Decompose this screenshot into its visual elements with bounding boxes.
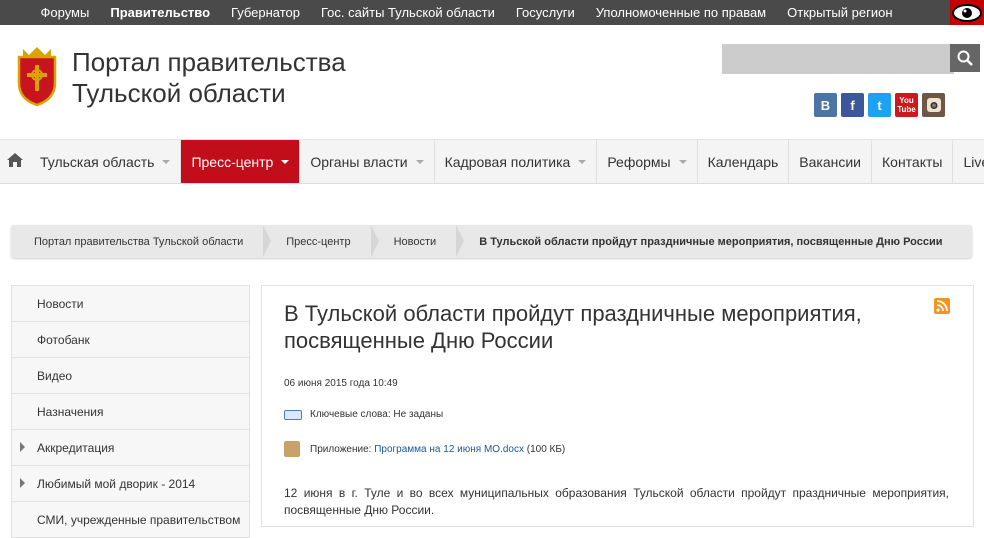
top-bar: Форумы Правительство Губернатор Гос. сай… bbox=[0, 0, 984, 25]
nav-item-calendar[interactable]: Календарь bbox=[698, 140, 790, 183]
chevron-right-icon bbox=[20, 478, 25, 488]
breadcrumb-item-current: В Тульской области пройдут праздничные м… bbox=[479, 235, 943, 248]
sidebar-item-favorite-yard[interactable]: Любимый мой дворик - 2014 bbox=[11, 466, 250, 502]
chevron-down-icon bbox=[415, 159, 424, 164]
portal-title[interactable]: Портал правительства Тульской области bbox=[72, 47, 346, 109]
sidebar-item-appointments[interactable]: Назначения bbox=[11, 394, 250, 430]
tula-emblem-logo[interactable] bbox=[13, 43, 61, 107]
top-link-gov-sites[interactable]: Гос. сайты Тульской области bbox=[321, 5, 495, 20]
sidebar-item-label: Любимый мой дворик - 2014 bbox=[37, 476, 196, 491]
eye-icon bbox=[952, 3, 982, 22]
attachment-label: Приложение: bbox=[310, 443, 372, 455]
nav-label: Календарь bbox=[707, 153, 779, 170]
breadcrumb-item-press-center[interactable]: Пресс-центр bbox=[263, 225, 379, 258]
portal-title-line2: Тульской области bbox=[72, 78, 286, 108]
nav-label: Реформы bbox=[607, 153, 671, 170]
top-link-open-region[interactable]: Открытый регион bbox=[787, 5, 892, 20]
attachment-link[interactable]: Программа на 12 июня МО.docx bbox=[374, 444, 524, 455]
sidebar-item-news[interactable]: Новости bbox=[11, 285, 250, 322]
rss-icon[interactable] bbox=[934, 298, 950, 314]
top-link-government[interactable]: Правительство bbox=[110, 5, 210, 20]
breadcrumb-item-news[interactable]: Новости bbox=[371, 225, 464, 258]
nav-item-live[interactable]: Live! bbox=[953, 140, 984, 183]
nav-item-authorities[interactable]: Органы власти bbox=[300, 140, 435, 183]
nav-item-tula-region[interactable]: Тульская область bbox=[30, 140, 182, 183]
home-icon[interactable] bbox=[6, 152, 24, 168]
nav-label: Контакты bbox=[882, 153, 943, 170]
facebook-icon[interactable]: f bbox=[841, 93, 864, 117]
chevron-down-icon bbox=[162, 159, 171, 164]
breadcrumb: Портал правительства Тульской области Пр… bbox=[11, 225, 972, 258]
nav-label: Live! bbox=[963, 153, 984, 170]
top-link-forums[interactable]: Форумы bbox=[41, 5, 90, 20]
article-body: 12 июня в г. Туле и во всех муниципальны… bbox=[284, 486, 949, 517]
sidebar-item-media[interactable]: СМИ, учрежденные правительством bbox=[11, 502, 250, 538]
search-input[interactable] bbox=[722, 44, 954, 74]
keywords-value: Не заданы bbox=[393, 409, 444, 420]
camera-glyph bbox=[926, 98, 941, 112]
vk-icon[interactable]: В bbox=[814, 93, 837, 117]
nav-item-vacancies[interactable]: Вакансии bbox=[789, 140, 872, 183]
article-panel: В Тульской области пройдут праздничные м… bbox=[261, 285, 974, 527]
sidebar-item-label: Фотобанк bbox=[37, 332, 90, 347]
top-link-gosuslugi[interactable]: Госуслуги bbox=[516, 5, 575, 20]
sidebar-item-accreditation[interactable]: Аккредитация bbox=[11, 430, 250, 466]
site-header: Портал правительства Тульской области В … bbox=[0, 25, 984, 139]
nav-item-press-center[interactable]: Пресс-центр bbox=[181, 140, 301, 183]
sidebar-item-label: Аккредитация bbox=[37, 440, 115, 455]
tag-icon bbox=[284, 409, 302, 420]
rss-glyph bbox=[936, 300, 948, 312]
nav-item-reforms[interactable]: Реформы bbox=[597, 140, 698, 183]
instagram-icon[interactable] bbox=[922, 93, 945, 117]
nav-item-personnel[interactable]: Кадровая политика bbox=[435, 140, 598, 183]
portal-title-line1: Портал правительства bbox=[72, 47, 346, 77]
article-keywords: Ключевые слова: Не заданы bbox=[284, 409, 443, 420]
nav-items: Тульская область Пресс-центр Органы влас… bbox=[30, 140, 984, 183]
chevron-right-icon bbox=[20, 442, 25, 452]
keywords-label: Ключевые слова: bbox=[310, 409, 391, 420]
nav-label: Пресс-центр bbox=[191, 153, 274, 170]
chevron-down-icon bbox=[281, 159, 290, 164]
nav-label: Кадровая политика bbox=[444, 153, 571, 170]
attachment-size: (100 КБ) bbox=[526, 443, 566, 455]
sidebar-item-label: Новости bbox=[37, 296, 84, 311]
article-title: В Тульской области пройдут праздничные м… bbox=[284, 301, 862, 353]
chevron-down-icon bbox=[578, 159, 587, 164]
nav-label: Органы власти bbox=[310, 153, 408, 170]
top-links: Форумы Правительство Губернатор Гос. сай… bbox=[30, 0, 903, 25]
attachment-box-icon bbox=[284, 441, 300, 457]
nav-label: Тульская область bbox=[40, 153, 155, 170]
sidebar-item-label: Назначения bbox=[37, 404, 104, 419]
article-attachment: Приложение: Программа на 12 июня МО.docx… bbox=[284, 441, 565, 457]
top-link-governor[interactable]: Губернатор bbox=[231, 5, 300, 20]
sidebar-item-video[interactable]: Видео bbox=[11, 358, 250, 394]
main-nav: Тульская область Пресс-центр Органы влас… bbox=[0, 139, 984, 184]
sidebar-item-photobank[interactable]: Фотобанк bbox=[11, 322, 250, 358]
sidebar: Новости Фотобанк Видео Назначения Аккред… bbox=[11, 285, 250, 538]
nav-label: Вакансии bbox=[799, 153, 861, 170]
youtube-icon[interactable]: You Tube bbox=[895, 93, 918, 117]
twitter-icon[interactable]: t bbox=[868, 93, 891, 117]
search-button[interactable] bbox=[950, 44, 980, 72]
search-icon bbox=[957, 50, 973, 66]
article-date: 06 июня 2015 года 10:49 bbox=[284, 378, 398, 389]
nav-item-contacts[interactable]: Контакты bbox=[872, 140, 954, 183]
sidebar-item-label: СМИ, учрежденные правительством bbox=[37, 512, 241, 527]
chevron-down-icon bbox=[678, 159, 687, 164]
breadcrumb-item-portal[interactable]: Портал правительства Тульской области bbox=[11, 225, 272, 258]
sidebar-item-label: Видео bbox=[37, 368, 73, 383]
top-link-ombudsmen[interactable]: Уполномоченные по правам bbox=[596, 5, 766, 20]
social-links: В f t You Tube bbox=[814, 93, 945, 117]
accessibility-button[interactable] bbox=[950, 0, 984, 25]
